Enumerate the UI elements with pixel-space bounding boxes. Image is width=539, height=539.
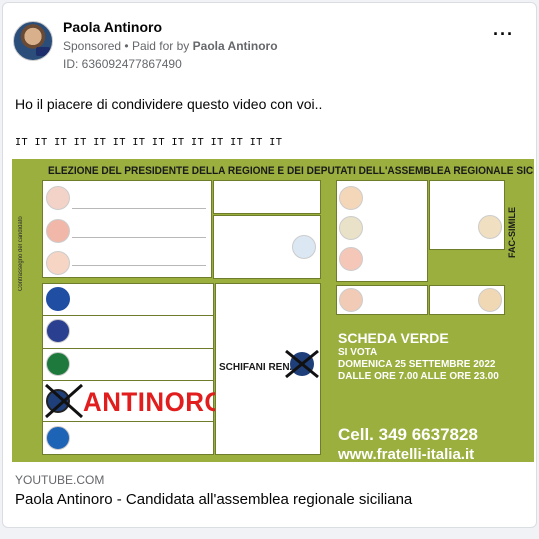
candidate-name: ANTINORO [83, 387, 226, 417]
avatar-badge [36, 47, 50, 56]
ballot-side-label: Contrassegno del candidato [18, 216, 24, 292]
ballot-row-divider [42, 421, 214, 422]
link-title[interactable]: Paola Antinoro - Candidata all'assemblea… [15, 491, 412, 508]
ad-post-card: Paola Antinoro Sponsored • Paid for by P… [2, 2, 537, 528]
ballot-row-divider [42, 348, 214, 349]
contact-website: www.fratelli-italia.it [338, 446, 475, 462]
fac-simile-label: FAC-SIMILE [507, 207, 517, 258]
more-options-icon[interactable]: ··· [493, 25, 514, 43]
party-logo-icon [46, 352, 70, 376]
party-logo-icon [46, 287, 70, 311]
post-message: Ho il piacere di condividere questo vide… [15, 96, 323, 112]
sponsored-label[interactable]: Sponsored [63, 39, 121, 53]
page-name-link[interactable]: Paola Antinoro [63, 19, 162, 35]
party-logo-icon [46, 251, 70, 275]
page-avatar[interactable] [13, 21, 53, 61]
party-logo-icon [46, 219, 70, 243]
party-logo-icon [292, 235, 316, 259]
si-vota-label: SI VOTA [338, 347, 378, 358]
ballot-line [72, 208, 206, 209]
vote-date: DOMENICA 25 SETTEMBRE 2022 [338, 359, 496, 370]
ballot-line [72, 265, 206, 266]
party-logo-icon [339, 288, 363, 312]
ballot-president-box-1 [213, 180, 321, 214]
party-logo-icon [46, 319, 70, 343]
vote-cross-icon [45, 383, 83, 419]
president-vote-cross-icon [285, 349, 319, 379]
post-header: Paola Antinoro Sponsored • Paid for by P… [13, 17, 526, 73]
party-logo-icon [478, 288, 502, 312]
scheda-verde-title: SCHEDA VERDE [338, 330, 449, 346]
vote-hours: DALLE ORE 7.00 ALLE ORE 23.00 [338, 371, 499, 382]
paid-for-name: Paola Antinoro [192, 39, 278, 53]
party-logo-icon [46, 186, 70, 210]
party-logo-icon [339, 247, 363, 271]
link-domain[interactable]: YOUTUBE.COM [15, 473, 104, 487]
sponsored-meta: Sponsored • Paid for by Paola Antinoro [63, 39, 278, 53]
party-logo-icon [46, 426, 70, 450]
meta-separator: • [124, 39, 132, 53]
ballot-line [72, 237, 206, 238]
party-logo-icon [478, 215, 502, 239]
contact-phone: Cell. 349 6637828 [338, 425, 478, 444]
paid-for-prefix: Paid for by [131, 39, 190, 53]
party-logo-icon [339, 216, 363, 240]
ballot-title: ELEZIONE DEL PRESIDENTE DELLA REGIONE E … [48, 165, 534, 177]
video-thumbnail[interactable]: ELEZIONE DEL PRESIDENTE DELLA REGIONE E … [12, 159, 534, 462]
party-logo-icon [339, 186, 363, 210]
ballot-row-divider [42, 315, 214, 316]
flag-emoji-row: IT IT IT IT IT IT IT IT IT IT IT IT IT I… [15, 137, 283, 148]
ad-id: ID: 636092477867490 [63, 57, 182, 71]
